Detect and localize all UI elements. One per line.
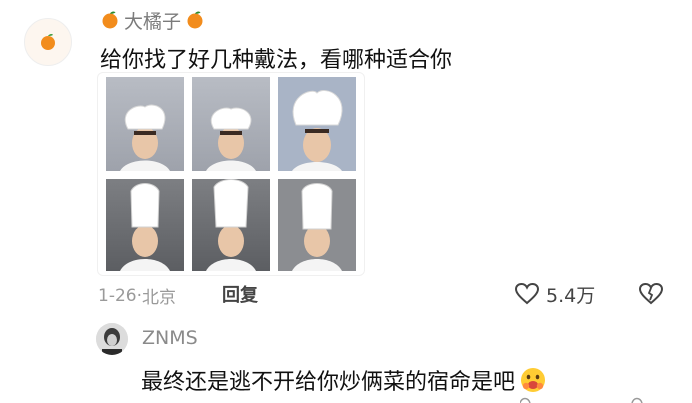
hug-emoji-icon (521, 368, 546, 392)
comment-date: 1-26 (98, 285, 137, 306)
reply-comment: 最终还是逃不开给你炒俩菜的宿命是吧 (141, 364, 547, 396)
like-count: 5.4万 (546, 284, 596, 307)
orange-icon (102, 11, 118, 29)
broken-heart-icon (638, 282, 664, 305)
comment-meta: 1-26 · 北京 (98, 283, 176, 309)
reply-text: 最终还是逃不开给你炒俩菜的宿命是吧 (141, 370, 516, 395)
reply-avatar[interactable] (96, 323, 128, 355)
comment-location: 北京 (142, 288, 176, 308)
comment-text: 给你找了好几种戴法，看哪种适合你 (100, 48, 453, 73)
heart-icon (514, 282, 540, 305)
partial-action-icons (520, 397, 643, 403)
reply-username[interactable]: ZNMS (142, 327, 198, 349)
dislike-button[interactable] (638, 281, 664, 307)
comment-username[interactable]: 大橘子 (100, 8, 205, 33)
orange-icon (187, 11, 203, 29)
reply-button[interactable]: 回复 (222, 281, 258, 307)
comment-image[interactable] (97, 72, 365, 276)
username-text: 大橘子 (124, 10, 182, 33)
like-button[interactable]: 5.4万 (514, 280, 595, 308)
orange-icon (41, 34, 55, 50)
avatar[interactable] (24, 18, 72, 66)
